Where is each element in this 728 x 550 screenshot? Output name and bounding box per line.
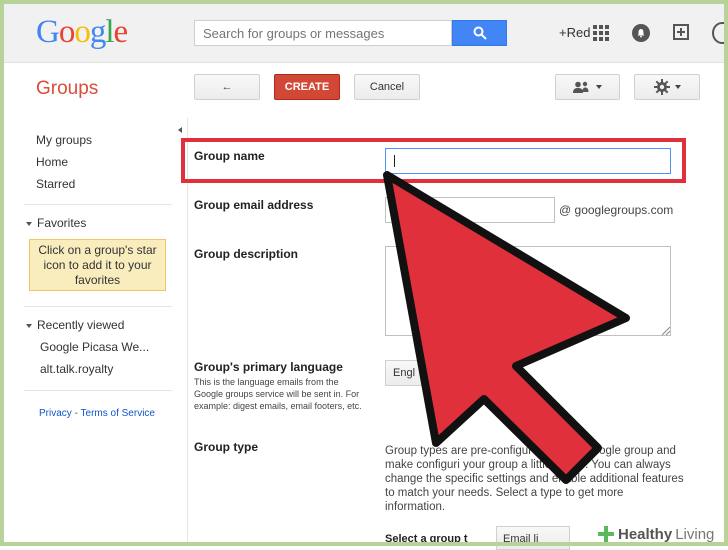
cancel-button[interactable]: Cancel: [354, 74, 420, 100]
sidebar-item-my-groups[interactable]: My groups: [36, 133, 92, 147]
language-select[interactable]: Engl: [385, 360, 445, 386]
recent-item[interactable]: Google Picasa We...: [40, 340, 149, 354]
search-box[interactable]: [194, 20, 452, 46]
divider: [24, 306, 172, 307]
logo-letter: e: [113, 14, 129, 50]
privacy-link[interactable]: Privacy: [39, 408, 72, 419]
sidebar-item-starred[interactable]: Starred: [36, 177, 75, 191]
watermark-brand: Healthy: [618, 525, 673, 543]
logo-letter: l: [105, 14, 114, 50]
link-separator: -: [71, 408, 81, 419]
divider: [24, 390, 172, 391]
page-title: Groups: [36, 78, 99, 99]
create-button[interactable]: CREATE: [274, 74, 340, 100]
select-type-label: Select a group t: [385, 533, 468, 545]
search-icon: [473, 26, 487, 40]
group-description-label: Group description: [194, 247, 299, 261]
logo-letter: g: [89, 14, 106, 50]
logo-letter: o: [74, 14, 90, 50]
divider: [24, 204, 172, 205]
favorites-section[interactable]: Favorites: [26, 216, 86, 230]
group-email-label: Group email address: [194, 198, 314, 212]
favorites-label: Favorites: [37, 216, 87, 230]
settings-button[interactable]: [634, 74, 700, 100]
group-type-select[interactable]: Email li: [496, 526, 570, 550]
recent-item[interactable]: alt.talk.royalty: [40, 362, 113, 376]
sidebar: [0, 118, 188, 546]
google-logo[interactable]: Google: [36, 14, 129, 51]
search-button[interactable]: [452, 20, 507, 46]
people-icon: [573, 81, 589, 93]
healthy-living-watermark: Healthy Living: [596, 522, 728, 546]
group-description-textarea[interactable]: [385, 246, 671, 336]
sidebar-item-home[interactable]: Home: [36, 155, 68, 169]
favorites-hint: Click on a group's star icon to add it t…: [29, 239, 166, 291]
chevron-down-icon: [26, 323, 32, 328]
plus-cross-icon: [598, 526, 614, 542]
apps-grid-icon[interactable]: [593, 25, 609, 41]
share-icon[interactable]: [673, 24, 689, 40]
group-type-label: Group type: [194, 440, 259, 454]
back-arrow-icon: ←: [221, 81, 233, 93]
collapse-sidebar-icon[interactable]: [178, 127, 182, 133]
resize-handle-icon[interactable]: [662, 327, 670, 335]
terms-link[interactable]: Terms of Service: [81, 408, 155, 419]
email-domain-suffix: @ googlegroups.com: [559, 203, 674, 217]
chevron-down-icon: [26, 221, 32, 226]
recently-viewed-label: Recently viewed: [37, 318, 125, 332]
back-button[interactable]: ←: [194, 74, 260, 100]
group-name-label: Group name: [194, 149, 265, 163]
logo-letter: o: [58, 14, 75, 50]
chevron-down-icon: [596, 85, 602, 89]
logo-letter: G: [36, 14, 60, 50]
search-input[interactable]: [195, 21, 451, 45]
notifications-icon[interactable]: [632, 24, 650, 42]
add-members-button[interactable]: [555, 74, 620, 100]
group-type-description: Group types are pre-configure for your G…: [385, 445, 684, 513]
group-email-input[interactable]: [385, 197, 555, 223]
watermark-suffix: Living: [675, 525, 715, 543]
footer-links: Privacy - Terms of Service: [39, 408, 155, 419]
primary-language-help: This is the language emails from the Goo…: [194, 377, 362, 411]
primary-language-label: Group's primary language: [194, 360, 343, 374]
recently-viewed-section[interactable]: Recently viewed: [26, 318, 124, 332]
gear-icon: [653, 79, 670, 95]
plus-profile-link[interactable]: +Red: [559, 25, 590, 40]
chevron-down-icon: [674, 85, 681, 89]
avatar[interactable]: [712, 22, 728, 44]
